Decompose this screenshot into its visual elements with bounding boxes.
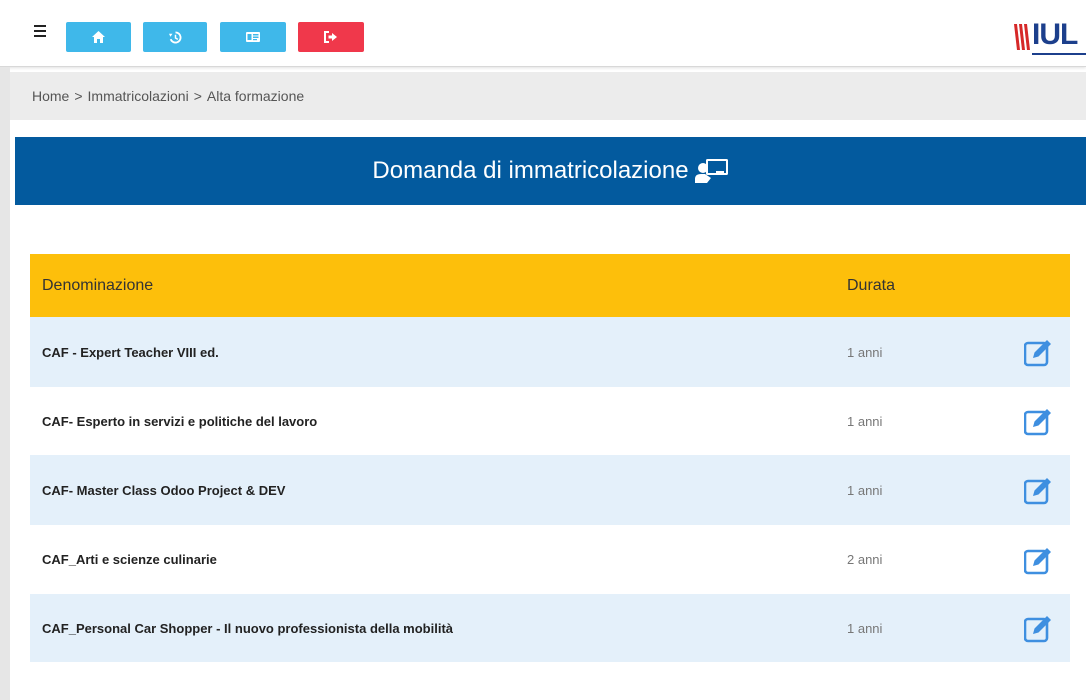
chalkboard-teacher-icon xyxy=(694,158,729,184)
logo-underline xyxy=(1032,53,1086,55)
logo-text: IUL xyxy=(1032,18,1078,51)
edit-icon[interactable] xyxy=(1023,406,1054,436)
column-header-denominazione: Denominazione xyxy=(42,276,154,294)
course-duration: 2 anni xyxy=(847,552,883,567)
table-row: CAF- Esperto in servizi e politiche del … xyxy=(30,387,1070,455)
breadcrumb-immatricolazioni[interactable]: Immatricolazioni xyxy=(88,88,189,104)
table-row: CAF- Master Class Odoo Project & DEV 1 a… xyxy=(30,455,1070,525)
table-header: Denominazione Durata xyxy=(30,254,1070,317)
table-row: CAF_Personal Car Shopper - Il nuovo prof… xyxy=(30,594,1070,662)
breadcrumb: Home > Immatricolazioni > Alta formazion… xyxy=(10,72,1086,120)
logo-stripes-icon xyxy=(1014,24,1030,50)
top-navbar: IUL xyxy=(0,0,1086,67)
breadcrumb-separator: > xyxy=(74,88,83,104)
table-row: CAF_Arti e scienze culinarie 2 anni xyxy=(30,525,1070,594)
breadcrumb-separator: > xyxy=(193,88,202,104)
logout-button[interactable] xyxy=(298,22,364,52)
home-icon xyxy=(92,31,105,43)
breadcrumb-current: Alta formazione xyxy=(206,88,305,104)
course-name: CAF - Expert Teacher VIII ed. xyxy=(42,344,219,360)
edit-icon[interactable] xyxy=(1023,545,1054,575)
home-button[interactable] xyxy=(66,22,131,52)
hamburger-menu-icon[interactable] xyxy=(34,25,46,37)
page-title: Domanda di immatricolazione xyxy=(372,157,689,184)
history-button[interactable] xyxy=(143,22,207,52)
column-header-durata: Durata xyxy=(847,276,896,294)
history-icon xyxy=(168,30,181,43)
course-name: CAF- Esperto in servizi e politiche del … xyxy=(42,413,318,429)
course-duration: 1 anni xyxy=(847,413,883,429)
page-title-banner: Domanda di immatricolazione xyxy=(15,137,1086,205)
course-name: CAF- Master Class Odoo Project & DEV xyxy=(42,482,286,498)
main-content: Domanda di immatricolazione Denominazion… xyxy=(15,137,1086,700)
course-name: CAF_Personal Car Shopper - Il nuovo prof… xyxy=(42,620,454,636)
breadcrumb-home[interactable]: Home xyxy=(32,88,69,104)
left-sidebar-edge xyxy=(0,67,10,700)
course-duration: 1 anni xyxy=(847,344,883,360)
table-row: CAF - Expert Teacher VIII ed. 1 anni xyxy=(30,317,1070,387)
edit-icon[interactable] xyxy=(1023,613,1054,643)
sign-out-icon xyxy=(324,31,337,43)
course-duration: 1 anni xyxy=(847,482,883,498)
courses-table: Denominazione Durata CAF - Expert Teache… xyxy=(30,254,1070,662)
edit-icon[interactable] xyxy=(1023,475,1054,505)
id-card-button[interactable] xyxy=(220,22,286,52)
id-card-icon xyxy=(246,32,260,42)
edit-icon[interactable] xyxy=(1023,337,1054,367)
course-duration: 1 anni xyxy=(847,620,883,636)
course-name: CAF_Arti e scienze culinarie xyxy=(42,552,217,567)
iul-logo[interactable]: IUL xyxy=(1012,18,1086,60)
